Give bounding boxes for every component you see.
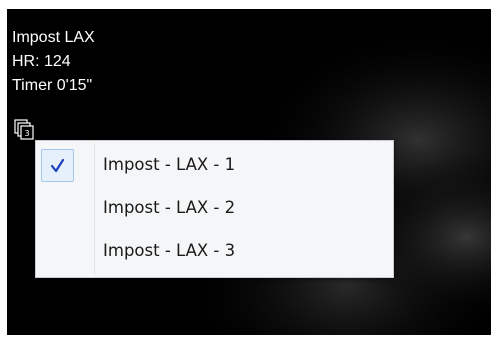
stacked-series-icon[interactable]: 3: [14, 119, 34, 141]
menu-item-label: Impost - LAX - 2: [103, 198, 236, 217]
menu-check-box: [41, 149, 74, 182]
checkmark-icon: [50, 158, 65, 173]
viewer-window: Impost LAX HR: 124 Timer 0'15" 3 Impost …: [0, 0, 491, 345]
menu-item-label: Impost - LAX - 1: [103, 155, 236, 174]
menu-item-label: Impost - LAX - 3: [103, 241, 236, 260]
overlay-heart-rate: HR: 124: [12, 53, 71, 70]
overlay-timer: Timer 0'15": [12, 77, 93, 94]
series-context-menu: Impost - LAX - 1 Impost - LAX - 2 Impost…: [35, 140, 394, 278]
series-count-badge: 3: [24, 129, 29, 138]
overlay-title: Impost LAX: [12, 29, 95, 46]
menu-item-series-2[interactable]: Impost - LAX - 2: [38, 189, 390, 229]
menu-item-series-1[interactable]: Impost - LAX - 1: [38, 146, 390, 186]
menu-item-series-3[interactable]: Impost - LAX - 3: [38, 232, 390, 272]
